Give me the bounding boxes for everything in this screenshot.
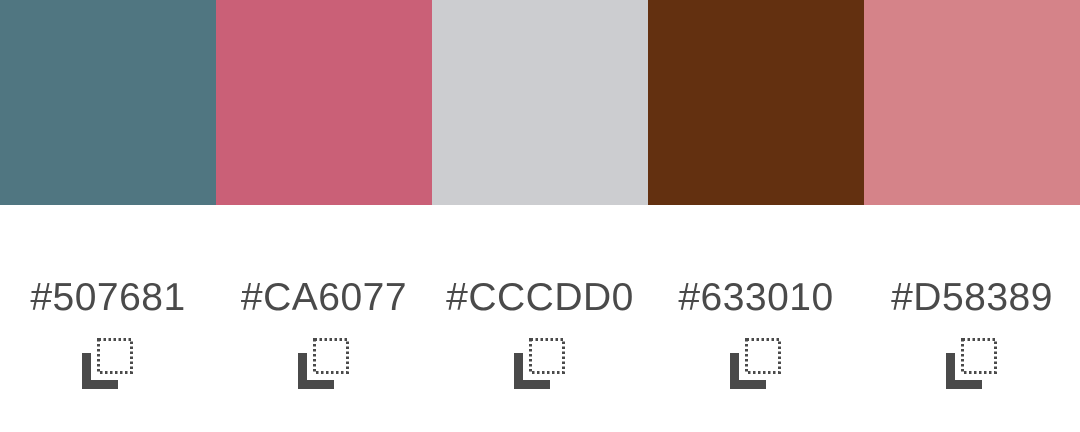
hex-code-label[interactable]: #CCCDD0 [446, 277, 634, 319]
color-swatch-3[interactable] [432, 0, 648, 205]
hex-code-label[interactable]: #CA6077 [241, 277, 407, 319]
copy-icon [944, 337, 1000, 393]
palette-column-4: #633010 [648, 0, 864, 432]
color-swatch-5[interactable] [864, 0, 1080, 205]
copy-button[interactable] [510, 335, 570, 395]
copy-icon [296, 337, 352, 393]
palette-column-1: #507681 [0, 0, 216, 432]
copy-icon [728, 337, 784, 393]
hex-code-label[interactable]: #633010 [678, 277, 833, 319]
copy-button[interactable] [294, 335, 354, 395]
copy-icon [512, 337, 568, 393]
color-swatch-1[interactable] [0, 0, 216, 205]
palette-column-2: #CA6077 [216, 0, 432, 432]
palette-column-3: #CCCDD0 [432, 0, 648, 432]
hex-code-label[interactable]: #507681 [30, 277, 185, 319]
color-swatch-2[interactable] [216, 0, 432, 205]
palette-column-5: #D58389 [864, 0, 1080, 432]
copy-icon [80, 337, 136, 393]
copy-button[interactable] [78, 335, 138, 395]
copy-button[interactable] [726, 335, 786, 395]
copy-button[interactable] [942, 335, 1002, 395]
color-swatch-4[interactable] [648, 0, 864, 205]
hex-code-label[interactable]: #D58389 [891, 277, 1053, 319]
color-palette: #507681 #CA6077 #CCCDD0 #633010 #D58389 [0, 0, 1080, 432]
